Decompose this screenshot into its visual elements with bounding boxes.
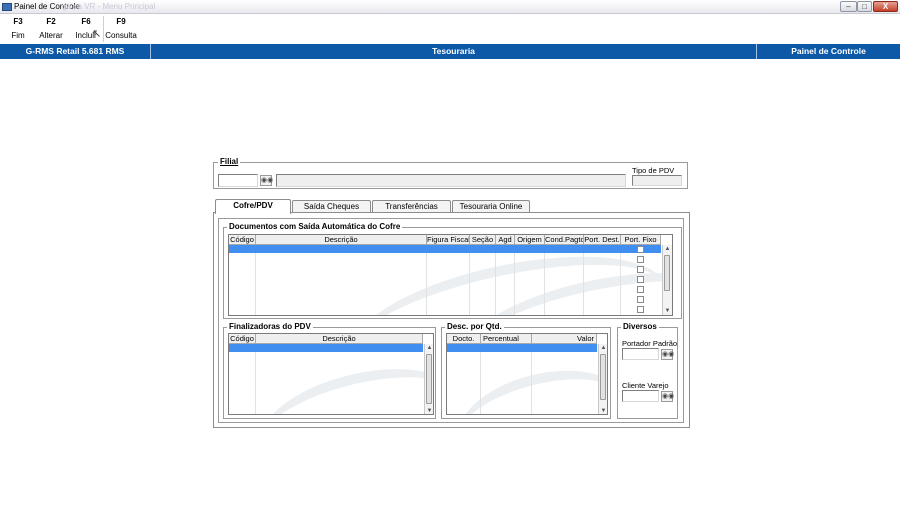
col-port-dest[interactable]: Port. Dest. [584, 235, 621, 245]
diversos-legend: Diversos [621, 322, 659, 331]
toolbar-consulta-button[interactable]: F9 Consulta [103, 17, 139, 43]
consulta-label: Consulta [105, 31, 137, 40]
col-figura-fiscal[interactable]: Figura Fiscal [427, 235, 470, 245]
col-codigo[interactable]: Código [229, 235, 256, 245]
window-title-ghost: ga pa VR - Menu Principal [62, 2, 156, 11]
grid-watermark [251, 351, 433, 414]
scroll-down-icon[interactable]: ▼ [599, 407, 607, 414]
port-fixo-checkbox[interactable] [637, 276, 644, 283]
portador-padrao-label: Portador Padrão [622, 339, 678, 348]
tipo-pdv-field [632, 175, 682, 186]
col-port-fixo[interactable]: Port. Fixo [621, 235, 661, 245]
scroll-up-icon[interactable]: ▲ [425, 344, 433, 352]
cliente-varejo-label: Cliente Varejo [622, 381, 669, 390]
col-valor[interactable]: Valor [532, 334, 597, 344]
filial-description-field [276, 174, 626, 187]
module-status-bar: G-RMS Retail 5.681 RMS Tesouraria Painel… [0, 44, 900, 59]
col-descricao[interactable]: Descrição [256, 235, 427, 245]
cliente-varejo-input[interactable] [622, 390, 659, 402]
incluir-key-label: F6 [81, 17, 91, 26]
column-divider [544, 253, 545, 315]
port-fixo-checkbox[interactable] [637, 286, 644, 293]
documentos-scrollbar[interactable]: ▲ ▼ [662, 245, 672, 315]
col-percentual[interactable]: Percentual [481, 334, 532, 344]
col-origem[interactable]: Origem [515, 235, 545, 245]
scroll-thumb[interactable] [426, 354, 432, 404]
column-divider [255, 253, 256, 315]
binoculars-icon[interactable]: ◉◉ [661, 391, 674, 402]
column-divider [583, 253, 584, 315]
system-version: G-RMS Retail 5.681 RMS [0, 44, 151, 59]
desc-qtd-scrollbar[interactable]: ▲ ▼ [598, 344, 607, 414]
column-divider [620, 253, 621, 315]
filial-legend: Filial [218, 157, 241, 166]
alterar-key-label: F2 [46, 17, 56, 26]
scroll-down-icon[interactable]: ▼ [663, 307, 672, 315]
finalizadoras-grid[interactable]: Código Descrição ▲ ▼ [228, 333, 434, 415]
close-button[interactable]: X [873, 1, 898, 12]
toolbar-alterar-button[interactable]: F2 Alterar [33, 17, 69, 43]
finalizadoras-legend: Finalizadoras do PDV [227, 322, 313, 331]
port-fixo-checkbox[interactable] [637, 266, 644, 273]
column-divider [255, 352, 256, 414]
finalizadoras-scrollbar[interactable]: ▲ ▼ [424, 344, 433, 414]
desc-qtd-grid[interactable]: Docto. Percentual Valor ▲ ▼ [446, 333, 608, 415]
consulta-key-label: F9 [116, 17, 126, 26]
col-fin-descricao[interactable]: Descrição [256, 334, 423, 344]
binoculars-icon[interactable]: ◉◉ [260, 175, 273, 186]
documentos-grid[interactable]: Código Descrição Figura Fiscal Seção Agd… [228, 234, 673, 316]
tipo-pdv-label: Tipo de PDV [632, 166, 675, 175]
minimize-button[interactable]: – [840, 1, 857, 12]
toolbar-fim-button[interactable]: F3 Fim [0, 17, 36, 43]
port-fixo-checkbox[interactable] [637, 296, 644, 303]
desc-qtd-legend: Desc. por Qtd. [445, 322, 504, 331]
tab-cofre-pdv[interactable]: Cofre/PDV [215, 199, 291, 214]
col-cond-pagto[interactable]: Cond.Pagto [545, 235, 584, 245]
scroll-up-icon[interactable]: ▲ [663, 245, 672, 253]
portador-padrao-input[interactable] [622, 348, 659, 360]
filial-input[interactable] [218, 174, 258, 187]
screen-name: Painel de Controle [791, 46, 866, 56]
scroll-thumb[interactable] [600, 354, 606, 400]
documentos-legend: Documentos com Saída Automática do Cofre [227, 222, 403, 231]
module-name: Tesouraria [151, 44, 757, 59]
app-icon [2, 3, 12, 11]
col-secao[interactable]: Seção [470, 235, 496, 245]
port-fixo-checkbox[interactable] [637, 246, 644, 253]
scroll-thumb[interactable] [664, 255, 670, 291]
fim-label: Fim [11, 31, 25, 40]
scroll-up-icon[interactable]: ▲ [599, 344, 607, 352]
scroll-down-icon[interactable]: ▼ [425, 407, 433, 414]
col-docto[interactable]: Docto. [447, 334, 481, 344]
column-divider [514, 253, 515, 315]
column-divider [531, 352, 532, 414]
grid-watermark [448, 354, 607, 414]
port-fixo-checkbox[interactable] [637, 306, 644, 313]
selected-row[interactable] [229, 245, 661, 253]
selected-row[interactable] [229, 344, 423, 352]
alterar-label: Alterar [39, 31, 63, 40]
fim-key-label: F3 [13, 17, 23, 26]
column-divider [426, 253, 427, 315]
col-fin-codigo[interactable]: Código [229, 334, 256, 344]
column-divider [480, 352, 481, 414]
binoculars-icon[interactable]: ◉◉ [661, 349, 674, 360]
column-divider [495, 253, 496, 315]
selected-row[interactable] [447, 344, 597, 352]
maximize-button[interactable]: □ [857, 1, 872, 12]
port-fixo-checkbox[interactable] [637, 256, 644, 263]
mouse-cursor-icon: ↖ [92, 28, 102, 40]
col-agd[interactable]: Agd [496, 235, 515, 245]
column-divider [469, 253, 470, 315]
